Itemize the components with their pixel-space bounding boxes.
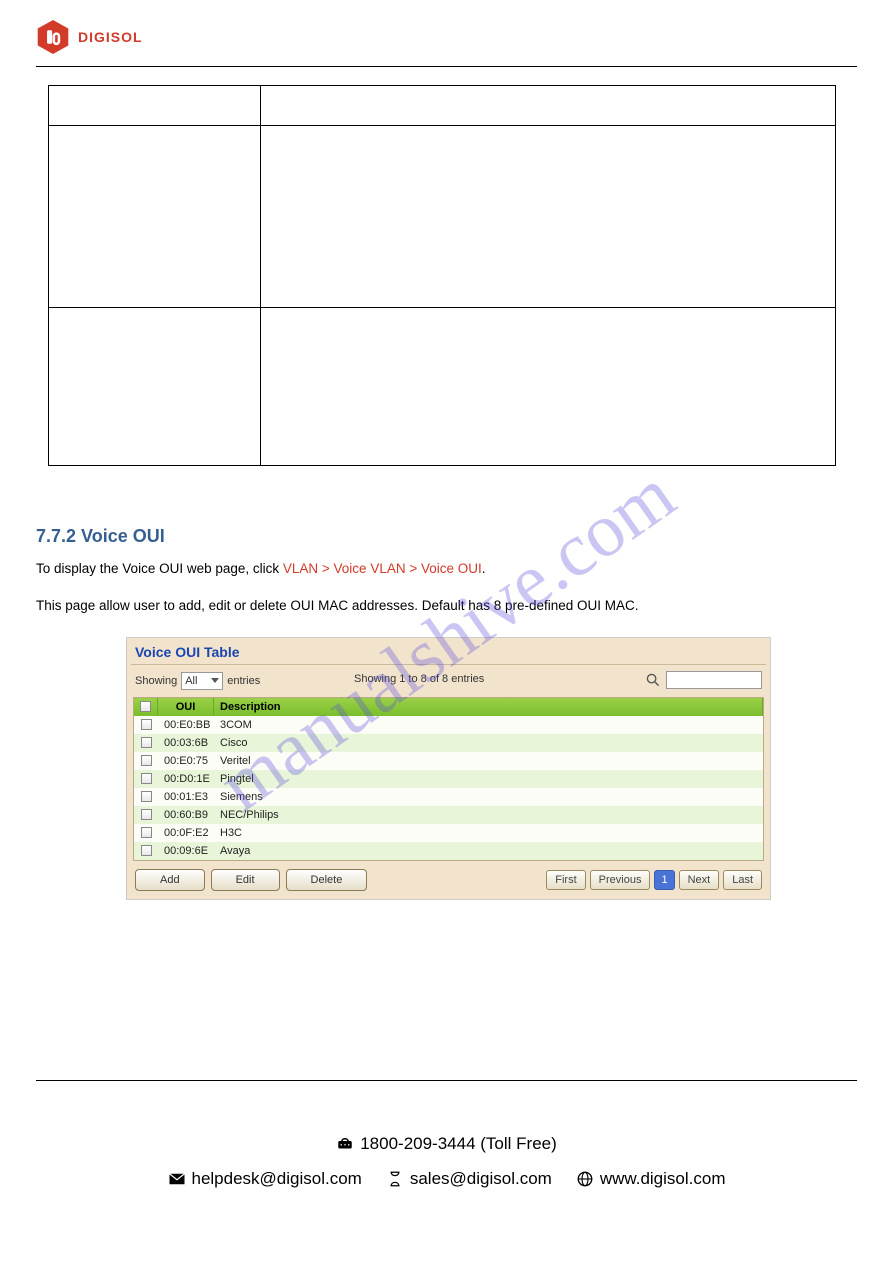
brand-name: DIGISOL [78,29,143,45]
cell-oui: 00:0F:E2 [158,827,214,839]
entries-select-value: All [185,675,197,687]
row-checkbox[interactable] [141,773,152,784]
row-checkbox[interactable] [141,809,152,820]
cell-desc: NEC/Philips [214,809,763,821]
sales-contact: sales@digisol.com [386,1164,552,1195]
brand-hex-icon [36,18,70,56]
cell-oui: 00:03:6B [158,737,214,749]
sales-text: sales@digisol.com [410,1164,552,1195]
contact-block: 1800-209-3444 (Toll Free) helpdesk@digis… [36,1129,857,1194]
cell-oui: 00:01:E3 [158,791,214,803]
cell-oui: 00:60:B9 [158,809,214,821]
spec-cell [49,86,261,126]
add-button[interactable]: Add [135,869,205,891]
phone-text: 1800-209-3444 (Toll Free) [360,1129,557,1160]
table-row: 00:E0:75Veritel [134,752,763,770]
phone-icon [336,1135,354,1153]
phone-line: 1800-209-3444 (Toll Free) [336,1129,557,1160]
cell-desc: H3C [214,827,763,839]
section-heading: 7.7.2 Voice OUI [36,526,857,547]
body-paragraph: This page allow user to add, edit or del… [36,596,857,617]
row-checkbox[interactable] [141,827,152,838]
body-paragraph: To display the Voice OUI web page, click… [36,559,857,580]
table-row: 00:01:E3Siemens [134,788,763,806]
delete-button[interactable]: Delete [286,869,368,891]
row-checkbox[interactable] [141,719,152,730]
cell-desc: 3COM [214,719,763,731]
table-row: 00:03:6BCisco [134,734,763,752]
web-contact: www.digisol.com [576,1164,726,1195]
cell-desc: Avaya [214,845,763,857]
cell-desc: Siemens [214,791,763,803]
text: To display the Voice OUI web page, click [36,561,283,576]
pager-next[interactable]: Next [679,870,720,890]
row-checkbox[interactable] [141,737,152,748]
embedded-screenshot: Voice OUI Table Showing All entries Show… [126,637,857,900]
cell-desc: Veritel [214,755,763,767]
globe-icon [576,1170,594,1188]
spec-table [48,85,836,466]
web-text: www.digisol.com [600,1164,726,1195]
search-input[interactable] [666,671,762,689]
col-header-desc: Description [214,698,763,716]
spec-cell [261,86,836,126]
oui-table: OUI Description 00:E0:BB3COM 00:03:6BCis… [133,697,764,861]
table-row: 00:D0:1EPingtel [134,770,763,788]
search-icon [646,673,660,687]
spec-cell [49,126,261,308]
cell-oui: 00:E0:BB [158,719,214,731]
entries-select[interactable]: All [181,672,223,690]
edit-button[interactable]: Edit [211,869,280,891]
cell-oui: 00:09:6E [158,845,214,857]
table-row: 00:09:6EAvaya [134,842,763,860]
entries-label: entries [227,675,260,687]
pager-page-1[interactable]: 1 [654,870,674,890]
helpdesk-text: helpdesk@digisol.com [192,1164,362,1195]
pager-prev[interactable]: Previous [590,870,651,890]
text: . [482,561,486,576]
nav-path: VLAN > Voice VLAN > Voice OUI [283,561,482,576]
header-divider [36,66,857,67]
table-row: 00:E0:BB3COM [134,716,763,734]
chevron-down-icon [211,678,219,683]
select-all-checkbox[interactable] [140,701,151,712]
table-row: 00:0F:E2H3C [134,824,763,842]
pager-last[interactable]: Last [723,870,762,890]
cell-desc: Cisco [214,737,763,749]
spec-cell [49,308,261,466]
pager: First Previous 1 Next Last [546,870,762,890]
row-checkbox[interactable] [141,791,152,802]
panel-title: Voice OUI Table [127,638,770,664]
cell-oui: 00:E0:75 [158,755,214,767]
footer-divider [36,1080,857,1081]
hourglass-icon [386,1170,404,1188]
entries-count: Showing 1 to 8 of 8 entries [354,673,484,685]
spec-cell [261,126,836,308]
cell-oui: 00:D0:1E [158,773,214,785]
helpdesk-contact: helpdesk@digisol.com [168,1164,362,1195]
pager-first[interactable]: First [546,870,585,890]
showing-label: Showing [135,675,177,687]
row-checkbox[interactable] [141,845,152,856]
spec-cell [261,308,836,466]
table-row: 00:60:B9NEC/Philips [134,806,763,824]
cell-desc: Pingtel [214,773,763,785]
brand-logo: DIGISOL [36,18,857,56]
mail-icon [168,1170,186,1188]
row-checkbox[interactable] [141,755,152,766]
col-header-oui: OUI [158,698,214,716]
